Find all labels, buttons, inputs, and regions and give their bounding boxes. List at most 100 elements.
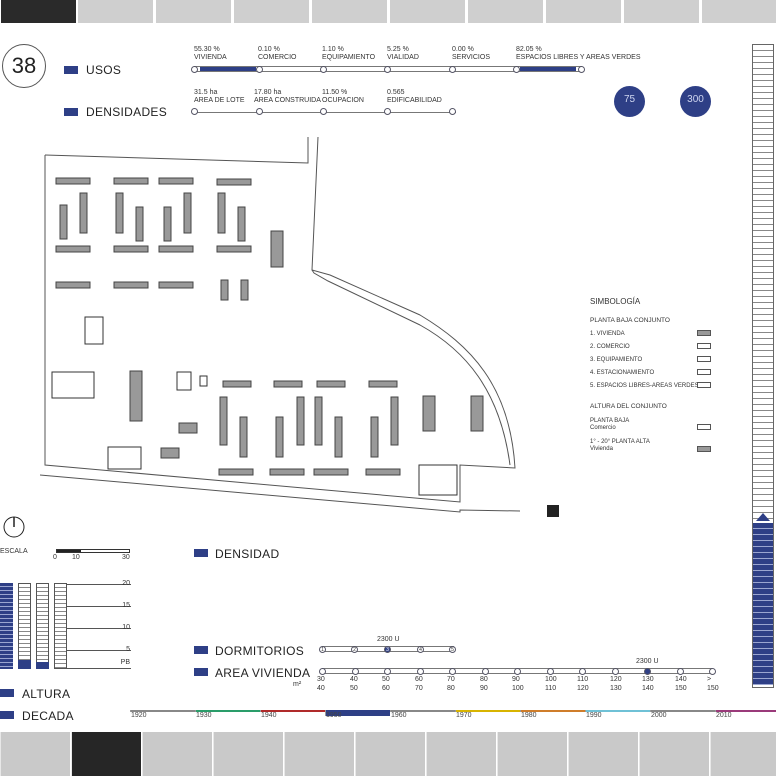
area-vivienda-step[interactable] xyxy=(449,668,456,675)
usos-stop-2[interactable] xyxy=(256,66,263,73)
usos-bar-espacios xyxy=(520,67,576,71)
area-vivienda-value: 2300 U xyxy=(636,658,659,665)
bottom-tab-8[interactable] xyxy=(497,732,567,776)
decade-label: 1960 xyxy=(391,712,407,719)
legend-espacios-swatch xyxy=(697,382,711,388)
dens-stop-1[interactable] xyxy=(191,108,198,115)
top-tab-2[interactable] xyxy=(77,0,153,23)
densidad-label: DENSIDAD xyxy=(215,547,280,561)
dormitorios-step-3[interactable]: 3 xyxy=(384,646,391,653)
dens-stop-4[interactable] xyxy=(384,108,391,115)
usos-stat-espacios: 82.05 % ESPACIOS LIBRES Y AREAS VERDES xyxy=(516,46,641,61)
usos-stat-comercio: 0.10 % COMERCIO xyxy=(258,46,297,61)
area-vivienda-range-top: 30 xyxy=(317,676,325,683)
altura-marker xyxy=(0,689,14,697)
altura-column-2 xyxy=(18,583,31,669)
usos-stat-equipamiento: 1.10 % EQUIPAMIENTO xyxy=(322,46,376,61)
decada-marker xyxy=(0,711,14,719)
top-tab-1[interactable] xyxy=(0,0,76,23)
compass-icon xyxy=(3,516,25,538)
bottom-tab-4[interactable] xyxy=(213,732,283,776)
usos-stat-servicios: 0.00 % SERVICIOS xyxy=(452,46,490,61)
usos-stop-7[interactable] xyxy=(578,66,585,73)
legend-planta-title: PLANTA BAJA CONJUNTO xyxy=(590,317,670,324)
scale-up-arrow-icon[interactable] xyxy=(756,513,770,521)
legend-equipamiento-swatch xyxy=(697,356,711,362)
legend-vivienda-swatch xyxy=(697,330,711,336)
legend-espacios-label: 5. ESPACIOS LIBRES-AREAS VERDES xyxy=(590,383,699,389)
dens-stop-5[interactable] xyxy=(449,108,456,115)
area-vivienda-range-top: 50 xyxy=(382,676,390,683)
area-vivienda-step[interactable] xyxy=(644,668,651,675)
decade-label: 1920 xyxy=(131,712,147,719)
area-vivienda-range-top: 40 xyxy=(350,676,358,683)
dormitorios-step-5[interactable]: 5 xyxy=(449,646,456,653)
usos-stop-5[interactable] xyxy=(449,66,456,73)
area-vivienda-range-bottom: 150 xyxy=(707,685,719,692)
area-vivienda-step[interactable] xyxy=(709,668,716,675)
usos-stop-4[interactable] xyxy=(384,66,391,73)
sheet-number: 38 xyxy=(2,44,46,88)
top-tab-9[interactable] xyxy=(623,0,699,23)
top-tab-6[interactable] xyxy=(389,0,465,23)
right-height-scale[interactable] xyxy=(752,44,774,688)
bottom-tab-1[interactable] xyxy=(0,732,70,776)
area-vivienda-step[interactable] xyxy=(482,668,489,675)
area-vivienda-step[interactable] xyxy=(384,668,391,675)
dormitorios-step-1[interactable]: 1 xyxy=(319,646,326,653)
bottom-tab-11[interactable] xyxy=(710,732,776,776)
bottom-tab-2[interactable] xyxy=(71,732,141,776)
dormitorios-step-4[interactable]: 4 xyxy=(417,646,424,653)
dens-stat-ocupacion: 11.50 % OCUPACION xyxy=(322,89,364,104)
area-vivienda-step[interactable] xyxy=(612,668,619,675)
usos-bar-vivienda xyxy=(200,67,256,71)
scale-tick-30: 30 xyxy=(122,554,130,561)
bottom-tab-6[interactable] xyxy=(355,732,425,776)
top-tab-7[interactable] xyxy=(467,0,543,23)
area-vivienda-marker xyxy=(194,668,208,676)
area-vivienda-step[interactable] xyxy=(547,668,554,675)
area-vivienda-step[interactable] xyxy=(514,668,521,675)
usos-stop-3[interactable] xyxy=(320,66,327,73)
area-vivienda-range-bottom: 50 xyxy=(350,685,358,692)
area-vivienda-step[interactable] xyxy=(579,668,586,675)
area-vivienda-step[interactable] xyxy=(319,668,326,675)
bottom-tab-5[interactable] xyxy=(284,732,354,776)
area-vivienda-range-top: 90 xyxy=(512,676,520,683)
area-vivienda-range-bottom: 100 xyxy=(512,685,524,692)
bottom-tab-3[interactable] xyxy=(142,732,212,776)
scale-tick-10: 10 xyxy=(72,554,80,561)
dens-stat-construida: 17.80 ha AREA CONSTRUIDA xyxy=(254,89,321,104)
decade-label: 1990 xyxy=(586,712,602,719)
bottom-tab-7[interactable] xyxy=(426,732,496,776)
bottom-tab-9[interactable] xyxy=(568,732,638,776)
usos-stop-6[interactable] xyxy=(513,66,520,73)
densidad-marker xyxy=(194,549,208,557)
top-tab-10[interactable] xyxy=(701,0,776,23)
usos-stop-1[interactable] xyxy=(191,66,198,73)
dens-stop-3[interactable] xyxy=(320,108,327,115)
decade-label: 1970 xyxy=(456,712,472,719)
decade-label: 1940 xyxy=(261,712,277,719)
top-tab-8[interactable] xyxy=(545,0,621,23)
top-tab-4[interactable] xyxy=(233,0,309,23)
area-vivienda-range-bottom: 130 xyxy=(610,685,622,692)
area-vivienda-range-top: 60 xyxy=(415,676,423,683)
area-vivienda-range-bottom: 40 xyxy=(317,685,325,692)
area-vivienda-range-bottom: 140 xyxy=(642,685,654,692)
dormitorios-step-2[interactable]: 2 xyxy=(351,646,358,653)
dens-stop-2[interactable] xyxy=(256,108,263,115)
legend-estacionamiento-label: 4. ESTACIONAMIENTO xyxy=(590,370,655,376)
bottom-tab-10[interactable] xyxy=(639,732,709,776)
top-tab-3[interactable] xyxy=(155,0,231,23)
top-tab-5[interactable] xyxy=(311,0,387,23)
area-vivienda-range-bottom: 120 xyxy=(577,685,589,692)
area-vivienda-range-bottom: 90 xyxy=(480,685,488,692)
altura-tick-10: 10 xyxy=(122,624,130,631)
altura-column-1 xyxy=(0,583,13,669)
area-vivienda-step[interactable] xyxy=(352,668,359,675)
area-vivienda-range-bottom: 70 xyxy=(415,685,423,692)
legend-vivienda-label: 1. VIVIENDA xyxy=(590,331,625,337)
area-vivienda-step[interactable] xyxy=(677,668,684,675)
area-vivienda-step[interactable] xyxy=(417,668,424,675)
